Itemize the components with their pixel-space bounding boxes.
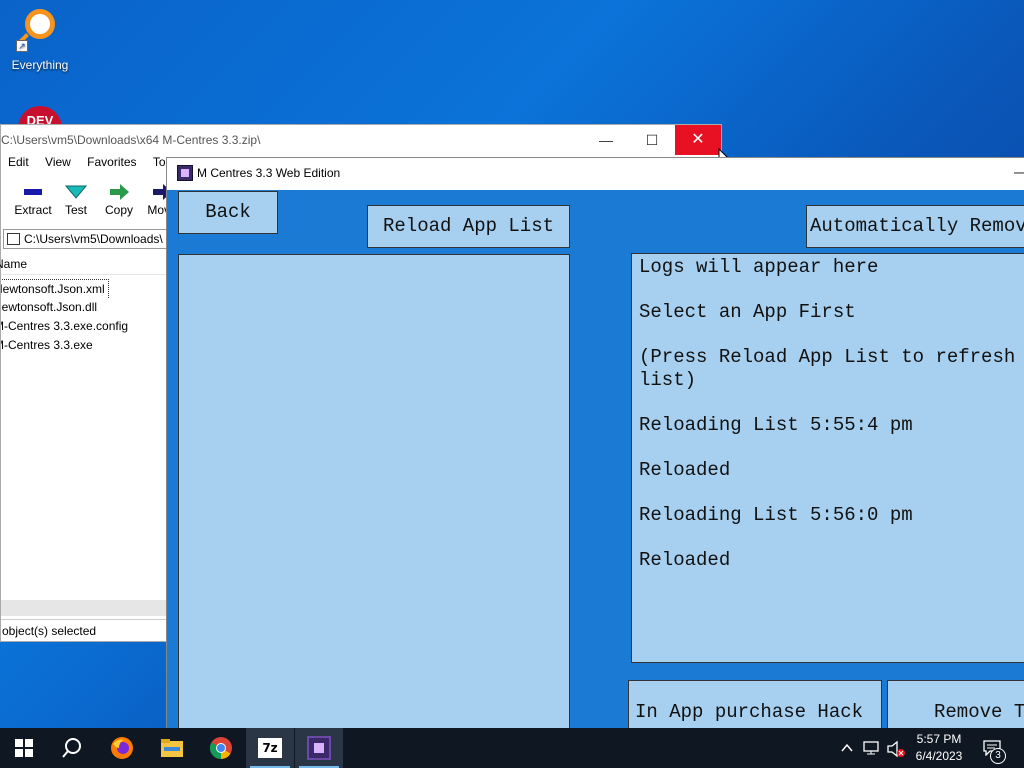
address-bar[interactable]: C:\Users\vm5\Downloads\ xyxy=(3,229,173,249)
list-item[interactable]: Newtonsoft.Json.dll xyxy=(1,298,166,317)
list-item[interactable]: Newtonsoft.Json.xml xyxy=(1,279,166,298)
windows-start-icon xyxy=(15,739,33,757)
minimize-button[interactable]: — xyxy=(1014,158,1024,188)
notification-count-badge: 3 xyxy=(990,748,1006,764)
start-button[interactable] xyxy=(0,728,48,768)
file-list: Newtonsoft.Json.xml Newtonsoft.Json.dll … xyxy=(1,279,166,355)
log-output: Logs will appear here Select an App Firs… xyxy=(631,253,1024,663)
list-item[interactable]: M-Centres 3.3.exe.config xyxy=(1,317,166,336)
taskbar-7zip[interactable]: 7z xyxy=(246,728,294,768)
mcentres-app-icon xyxy=(177,165,193,181)
log-line: Logs will appear here xyxy=(639,256,879,278)
log-line: Reloading List 5:55:4 pm xyxy=(639,413,913,436)
7zip-icon: 7z xyxy=(258,738,282,758)
status-bar: 0 object(s) selected xyxy=(1,619,166,641)
chrome-icon xyxy=(210,737,232,759)
taskbar-mcentres[interactable] xyxy=(295,728,343,768)
mcentres-window: M Centres 3.3 Web Edition — Back Reload … xyxy=(166,157,1024,768)
log-line: Select an App First xyxy=(639,301,856,323)
log-line: Reloading List 5:56:0 pm xyxy=(639,503,913,526)
taskbar-chrome[interactable] xyxy=(197,728,245,768)
copy-button[interactable]: Copy xyxy=(96,181,142,217)
everything-icon xyxy=(25,9,55,39)
action-center-button[interactable]: 3 xyxy=(976,728,1016,768)
volume-muted-icon[interactable] xyxy=(886,740,906,758)
system-clock[interactable]: 5:57 PM 6/4/2023 xyxy=(905,731,973,765)
clock-date: 6/4/2023 xyxy=(915,749,963,763)
everything-desktop-icon[interactable]: ↗ Everything xyxy=(0,0,80,78)
menu-favorites[interactable]: Favorites xyxy=(87,155,136,169)
menu-edit[interactable]: Edit xyxy=(8,155,29,169)
log-line: Reloaded xyxy=(639,458,731,481)
reload-app-list-button[interactable]: Reload App List xyxy=(367,205,570,248)
network-icon[interactable] xyxy=(862,740,880,756)
column-header-name[interactable]: Name xyxy=(0,253,166,275)
7zip-toolbar: Extract Test Copy Move xyxy=(1,177,177,227)
search-button[interactable] xyxy=(48,728,96,768)
extract-icon xyxy=(10,181,56,203)
maximize-button[interactable]: ☐ xyxy=(629,125,675,155)
everything-label: Everything xyxy=(11,58,69,72)
list-item[interactable]: M-Centres 3.3.exe xyxy=(1,336,166,355)
extract-button[interactable]: Extract xyxy=(10,181,56,217)
copy-icon xyxy=(96,181,142,203)
search-icon xyxy=(62,738,81,758)
folder-icon xyxy=(7,233,20,245)
menu-view[interactable]: View xyxy=(45,155,71,169)
minimize-button[interactable]: — xyxy=(583,125,629,155)
test-button[interactable]: Test xyxy=(53,181,99,217)
window-title: M Centres 3.3 Web Edition xyxy=(197,166,341,180)
log-line: Reloaded xyxy=(639,548,731,571)
mcentres-icon xyxy=(307,736,331,760)
mcentres-body: Back Reload App List Automatically Remov… xyxy=(167,190,1024,768)
shortcut-arrow-icon: ↗ xyxy=(16,40,28,52)
7zip-menu-bar: Edit View Favorites Tools xyxy=(1,155,181,175)
firefox-icon xyxy=(111,737,133,759)
taskbar-firefox[interactable] xyxy=(98,728,146,768)
horizontal-scrollbar[interactable] xyxy=(1,600,166,616)
clock-time: 5:57 PM xyxy=(916,732,962,746)
log-line: (Press Reload App List to refresh list) xyxy=(639,346,1016,391)
test-icon xyxy=(53,181,99,203)
app-list[interactable] xyxy=(178,254,570,768)
close-button[interactable]: ✕ xyxy=(675,125,721,155)
taskbar-file-explorer[interactable] xyxy=(148,728,196,768)
back-button[interactable]: Back xyxy=(178,191,278,234)
mcentres-titlebar: M Centres 3.3 Web Edition — xyxy=(167,158,1024,190)
chevron-up-icon[interactable] xyxy=(840,741,854,755)
file-explorer-icon xyxy=(161,739,183,757)
taskbar: 7z 5:57 PM 6/4/2023 3 xyxy=(0,728,1024,768)
automatically-remove-button[interactable]: Automatically Remove xyxy=(806,205,1024,248)
